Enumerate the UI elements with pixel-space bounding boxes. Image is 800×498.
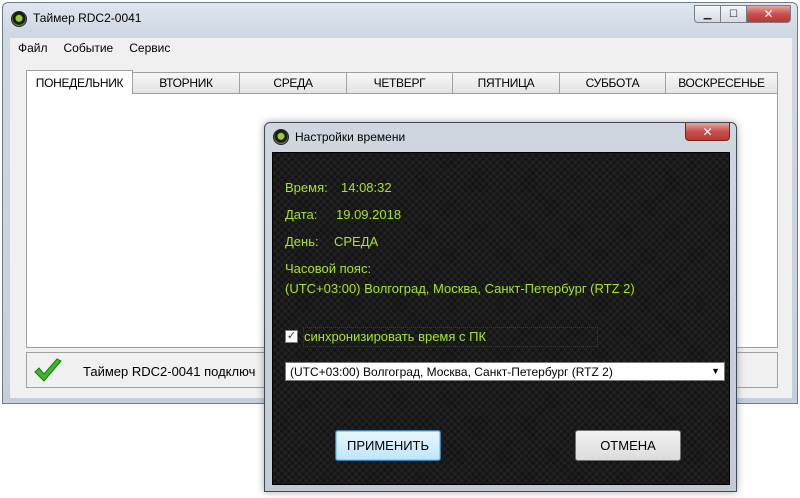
apply-button[interactable]: ПРИМЕНИТЬ <box>335 430 441 461</box>
tab-saturday[interactable]: СУББОТА <box>559 72 666 94</box>
timezone-select-value: (UTC+03:00) Волгоград, Москва, Санкт-Пет… <box>290 365 613 379</box>
timezone-select[interactable]: (UTC+03:00) Волгоград, Москва, Санкт-Пет… <box>285 362 725 381</box>
tab-friday[interactable]: ПЯТНИЦА <box>452 72 560 94</box>
checkmark-icon <box>34 358 62 382</box>
main-titlebar[interactable]: Таймер RDC2-0041 ▁ ☐ ✕ <box>3 3 797 33</box>
dialog-close-button[interactable]: ✕ <box>685 123 730 141</box>
day-tabs: ПОНЕДЕЛЬНИК ВТОРНИК СРЕДА ЧЕТВЕРГ ПЯТНИЦ… <box>26 70 778 94</box>
maximize-button[interactable]: ☐ <box>720 5 747 23</box>
dialog-body: Время: 14:08:32 Дата: 19.09.2018 День: С… <box>272 152 730 485</box>
tab-tuesday[interactable]: ВТОРНИК <box>132 72 240 94</box>
day-label: День: <box>285 234 319 249</box>
timezone-value: (UTC+03:00) Волгоград, Москва, Санкт-Пет… <box>285 281 635 296</box>
connection-status-text: Таймер RDC2-0041 подключ <box>83 364 256 379</box>
time-settings-dialog: Настройки времени ✕ Время: 14:08:32 Дата… <box>264 122 737 492</box>
cancel-button[interactable]: ОТМЕНА <box>575 430 681 461</box>
menu-file[interactable]: Файл <box>10 41 56 55</box>
tab-monday[interactable]: ПОНЕДЕЛЬНИК <box>26 70 133 94</box>
app-logo-icon <box>11 11 27 27</box>
date-label: Дата: <box>285 207 318 222</box>
dialog-logo-icon <box>273 129 289 145</box>
tab-sunday[interactable]: ВОСКРЕСЕНЬЕ <box>665 72 778 94</box>
date-value: 19.09.2018 <box>336 207 402 222</box>
window-controls: ▁ ☐ ✕ <box>694 5 791 23</box>
menu-service[interactable]: Сервис <box>121 41 178 55</box>
window-title: Таймер RDC2-0041 <box>33 11 142 25</box>
dialog-title: Настройки времени <box>295 130 406 144</box>
sync-pc-time-checkbox[interactable]: ✓ <box>285 330 298 343</box>
dropdown-arrow-icon: ▼ <box>711 366 720 376</box>
timezone-label: Часовой пояс: <box>285 261 372 276</box>
tab-thursday[interactable]: ЧЕТВЕРГ <box>346 72 453 94</box>
close-button[interactable]: ✕ <box>746 5 791 23</box>
checkbox-check-icon: ✓ <box>286 330 297 342</box>
time-label: Время: <box>285 180 328 195</box>
tab-wednesday[interactable]: СРЕДА <box>239 72 347 94</box>
sync-pc-time-label[interactable]: синхронизировать время с ПК <box>304 329 486 344</box>
day-value: СРЕДА <box>334 234 379 249</box>
menu-event[interactable]: Событие <box>56 41 122 55</box>
time-value: 14:08:32 <box>341 180 392 195</box>
menu-bar: Файл Событие Сервис <box>10 38 792 58</box>
minimize-button[interactable]: ▁ <box>694 5 721 23</box>
